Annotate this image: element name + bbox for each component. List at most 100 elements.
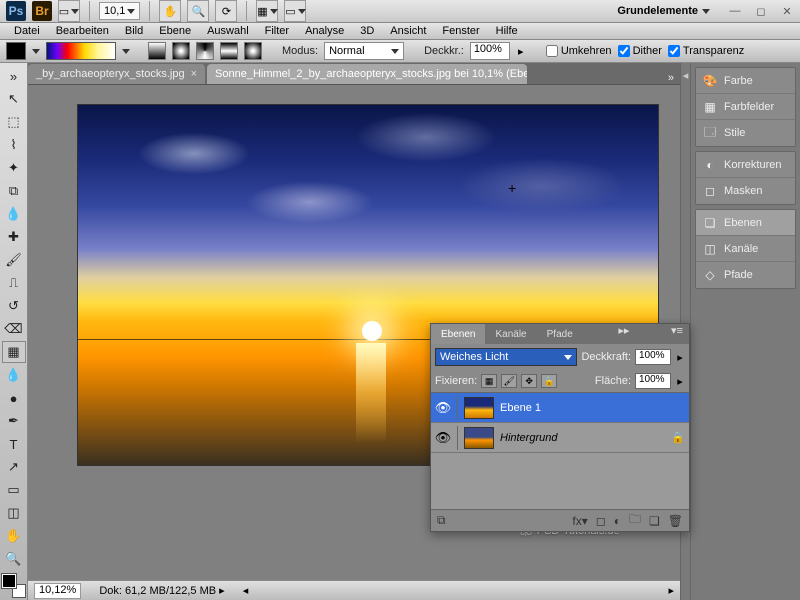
gradient-picker-arrow[interactable] xyxy=(122,49,130,54)
menu-ansicht[interactable]: Ansicht xyxy=(382,25,434,37)
window-minimize[interactable]: — xyxy=(728,4,742,18)
document-tab-2[interactable]: Sonne_Himmel_2_by_archaeopteryx_stocks.j… xyxy=(207,64,527,84)
layer-thumbnail[interactable] xyxy=(464,397,494,419)
dodge-tool[interactable]: ● xyxy=(2,387,26,409)
panel-pfade[interactable]: ◇Pfade xyxy=(696,262,795,288)
clone-stamp-tool[interactable]: ⎍ xyxy=(2,272,26,294)
layer-style-icon[interactable]: fx▾ xyxy=(572,514,587,528)
menu-fenster[interactable]: Fenster xyxy=(434,25,487,37)
photoshop-icon[interactable]: Ps xyxy=(6,1,26,21)
gradient-angle[interactable] xyxy=(196,42,214,60)
layer-name[interactable]: Ebene 1 xyxy=(500,402,685,414)
history-brush-tool[interactable]: ↺ xyxy=(2,295,26,317)
menu-bild[interactable]: Bild xyxy=(117,25,151,37)
menu-hilfe[interactable]: Hilfe xyxy=(488,25,526,37)
type-tool[interactable]: T xyxy=(2,433,26,455)
menu-bearbeiten[interactable]: Bearbeiten xyxy=(48,25,117,37)
move-tool[interactable]: ↖ xyxy=(2,88,26,110)
zoom-tool[interactable]: 🔍 xyxy=(2,548,26,570)
hand-tool-shortcut[interactable]: ✋ xyxy=(159,0,181,22)
quick-select-tool[interactable]: ✦ xyxy=(2,157,26,179)
delete-layer-icon[interactable]: 🗑 xyxy=(668,514,683,528)
lasso-tool[interactable]: ⌇ xyxy=(2,134,26,156)
menu-filter[interactable]: Filter xyxy=(257,25,297,37)
visibility-toggle-icon[interactable]: 👁 xyxy=(435,430,451,446)
panel-masken[interactable]: ◻Masken xyxy=(696,178,795,204)
status-zoom[interactable]: 10,12% xyxy=(34,583,81,599)
gradient-linear[interactable] xyxy=(148,42,166,60)
collapse-arrows-icon[interactable]: » xyxy=(2,65,26,87)
gradient-reflected[interactable] xyxy=(220,42,238,60)
workspace-switcher[interactable]: Grundelemente xyxy=(611,1,716,21)
brush-tool[interactable]: 🖌 xyxy=(2,249,26,271)
pen-tool[interactable]: ✒ xyxy=(2,410,26,432)
panel-stile[interactable]: 🗔Stile xyxy=(696,120,795,146)
arrange-docs-dropdown[interactable]: ▦ xyxy=(256,0,278,22)
blur-tool[interactable]: 💧 xyxy=(2,364,26,386)
layers-tab-ebenen[interactable]: Ebenen xyxy=(431,324,485,344)
gradient-radial[interactable] xyxy=(172,42,190,60)
3d-tool[interactable]: ◫ xyxy=(2,502,26,524)
screen-mode-dropdown[interactable]: ▭ xyxy=(284,0,306,22)
layer-fill-field[interactable]: 100% xyxy=(635,373,671,389)
lock-transparency-icon[interactable]: ▦ xyxy=(481,374,497,388)
gradient-preview[interactable] xyxy=(46,42,116,60)
link-layers-icon[interactable]: ⧉ xyxy=(437,513,446,528)
status-scroll-left[interactable]: ◂ xyxy=(243,584,249,597)
adjustment-layer-icon[interactable]: ◐ xyxy=(614,514,621,528)
panel-kanaele[interactable]: ◫Kanäle xyxy=(696,236,795,262)
layer-mask-icon[interactable]: ◻ xyxy=(596,514,606,528)
menu-analyse[interactable]: Analyse xyxy=(297,25,352,37)
opacity-flyout[interactable]: ▸ xyxy=(516,43,526,59)
layer-name[interactable]: Hintergrund xyxy=(500,432,665,444)
rotate-view-shortcut[interactable]: ⟳ xyxy=(215,0,237,22)
zoom-tool-shortcut[interactable]: 🔍 xyxy=(187,0,209,22)
panel-korrekturen[interactable]: ◐Korrekturen xyxy=(696,152,795,178)
menu-ebene[interactable]: Ebene xyxy=(151,25,199,37)
panel-collapse-icon[interactable]: ▸▸ xyxy=(612,324,635,344)
healing-brush-tool[interactable]: ✚ xyxy=(2,226,26,248)
menu-3d[interactable]: 3D xyxy=(352,25,382,37)
tool-preset-picker[interactable] xyxy=(6,42,26,60)
gradient-diamond[interactable] xyxy=(244,42,262,60)
panel-menu-icon[interactable]: ▾≡ xyxy=(665,324,689,344)
layers-tab-pfade[interactable]: Pfade xyxy=(537,324,583,344)
blend-mode-select[interactable]: Normal xyxy=(324,42,404,60)
lock-position-icon[interactable]: ✥ xyxy=(521,374,537,388)
panel-ebenen[interactable]: ❏Ebenen xyxy=(696,210,795,236)
layers-tab-kanaele[interactable]: Kanäle xyxy=(485,324,536,344)
layer-row-bg[interactable]: 👁 Hintergrund 🔒 xyxy=(431,423,689,453)
opacity-flyout-arrow[interactable]: ▸ xyxy=(675,349,685,365)
dither-checkbox[interactable]: Dither xyxy=(618,45,662,57)
document-tab-1[interactable]: _by_archaeopteryx_stocks.jpg× xyxy=(28,64,205,84)
menu-datei[interactable]: Datei xyxy=(6,25,48,37)
view-layout-dropdown[interactable]: ▭ xyxy=(58,0,80,22)
blend-mode-dropdown[interactable]: Weiches Licht xyxy=(435,348,577,366)
menu-auswahl[interactable]: Auswahl xyxy=(199,25,257,37)
panel-farbfelder[interactable]: ▦Farbfelder xyxy=(696,94,795,120)
status-doc[interactable]: Dok: 61,2 MB/122,5 MB ▸ xyxy=(99,584,224,597)
lock-all-icon[interactable]: 🔒 xyxy=(541,374,557,388)
tab-nav-arrows[interactable]: » xyxy=(662,72,680,84)
path-select-tool[interactable]: ↗ xyxy=(2,456,26,478)
window-close[interactable]: ✕ xyxy=(780,4,794,18)
new-group-icon[interactable]: 🗀 xyxy=(629,510,641,531)
opacity-field[interactable]: 100% xyxy=(470,42,510,60)
hand-tool[interactable]: ✋ xyxy=(2,525,26,547)
lock-pixels-icon[interactable]: 🖌 xyxy=(501,374,517,388)
fill-flyout-arrow[interactable]: ▸ xyxy=(675,373,685,389)
new-layer-icon[interactable]: ❏ xyxy=(649,514,660,528)
layer-thumbnail[interactable] xyxy=(464,427,494,449)
bridge-icon[interactable]: Br xyxy=(32,1,52,21)
crop-tool[interactable]: ⧉ xyxy=(2,180,26,202)
shape-tool[interactable]: ▭ xyxy=(2,479,26,501)
tool-preset-arrow[interactable] xyxy=(32,49,40,54)
visibility-toggle-icon[interactable]: 👁 xyxy=(435,400,451,416)
layer-opacity-field[interactable]: 100% xyxy=(635,349,671,365)
reverse-checkbox[interactable]: Umkehren xyxy=(546,45,612,57)
close-tab-icon[interactable]: × xyxy=(191,68,197,80)
transparency-checkbox[interactable]: Transparenz xyxy=(668,45,744,57)
window-maximize[interactable]: ◻ xyxy=(754,4,768,18)
gradient-tool[interactable]: ▦ xyxy=(2,341,26,363)
status-scroll-right[interactable]: ▸ xyxy=(668,584,674,597)
